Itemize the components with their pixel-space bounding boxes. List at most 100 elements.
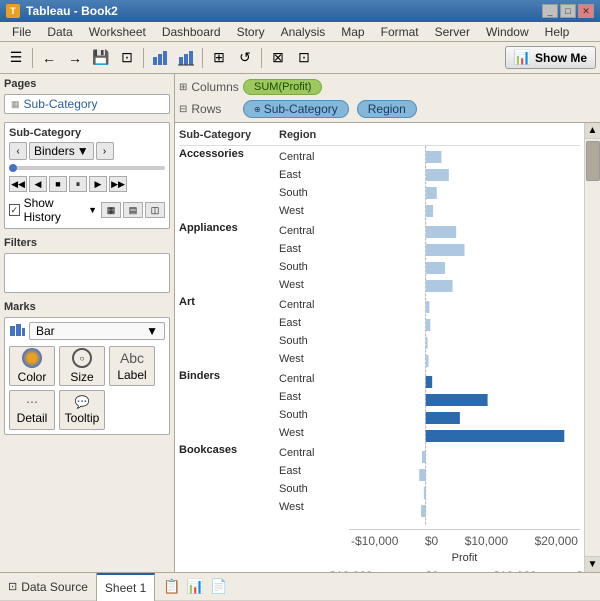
tick-20k: $20,000 bbox=[535, 534, 578, 548]
history-mode1-button[interactable]: ▦ bbox=[101, 202, 121, 218]
bar-bookcases-east bbox=[419, 469, 425, 481]
sheet1-label: Sheet 1 bbox=[105, 581, 146, 595]
show-me-button[interactable]: 📊 Show Me bbox=[505, 46, 596, 69]
play-fwd-button[interactable]: ▶▶ bbox=[109, 176, 127, 192]
marks-box: Bar ▼ Color ○ Size Abc Label bbox=[4, 317, 170, 435]
minimize-button[interactable]: _ bbox=[542, 4, 558, 18]
status-bar: ⊡ Data Source Sheet 1 📋 📊 📄 bbox=[0, 572, 600, 600]
size-label: Size bbox=[70, 370, 93, 384]
bar-binders-east bbox=[426, 394, 488, 406]
bar-accessories-east bbox=[426, 169, 449, 181]
status-icons: 📋 📊 📄 bbox=[155, 578, 235, 595]
scroll-down-button[interactable]: ▼ bbox=[585, 556, 600, 572]
axis-title: Profit bbox=[349, 552, 580, 564]
new-dashboard-icon[interactable]: 📊 bbox=[187, 578, 204, 595]
bar-art-west bbox=[426, 355, 429, 367]
play-pause-button[interactable]: ⏸ bbox=[69, 176, 87, 192]
close-button[interactable]: ✕ bbox=[578, 4, 594, 18]
filters-section: Filters bbox=[4, 237, 170, 293]
menu-analysis[interactable]: Analysis bbox=[273, 22, 334, 42]
menu-map[interactable]: Map bbox=[333, 22, 372, 42]
subcategory-dropdown[interactable]: Binders ▼ bbox=[29, 142, 94, 160]
tooltip-icon: 💬 bbox=[75, 395, 90, 409]
show-history-label: Show History bbox=[24, 196, 85, 224]
rows-pill-region-label: Region bbox=[368, 102, 406, 116]
bar-bookcases-west bbox=[421, 505, 426, 517]
axis-spacer: -$10,000 $0 $10,000 $20,000 Profit bbox=[179, 529, 580, 572]
filters-box bbox=[4, 253, 170, 293]
menu-dashboard[interactable]: Dashboard bbox=[154, 22, 229, 42]
toolbar-save-icon[interactable]: 💾 bbox=[89, 46, 113, 70]
menu-worksheet[interactable]: Worksheet bbox=[81, 22, 154, 42]
marks-color-button[interactable]: Color bbox=[9, 346, 55, 386]
marks-section: Marks Bar ▼ Color bbox=[4, 301, 170, 435]
history-modes: ▦ ▤ ◫ bbox=[101, 202, 165, 218]
left-panel: Pages ▦ Sub-Category Sub-Category ‹ Bind… bbox=[0, 74, 175, 572]
bar-bookcases-central bbox=[422, 451, 426, 463]
play-back-button[interactable]: ◀◀ bbox=[9, 176, 27, 192]
subcategory-prev-button[interactable]: ‹ bbox=[9, 142, 27, 160]
play-prev-button[interactable]: ◀ bbox=[29, 176, 47, 192]
toolbar-filter-icon[interactable]: ⊞ bbox=[207, 46, 231, 70]
tab-sheet1[interactable]: Sheet 1 bbox=[97, 573, 155, 601]
history-mode3-button[interactable]: ◫ bbox=[145, 202, 165, 218]
toolbar-sep-3 bbox=[202, 48, 203, 68]
rows-shelf: ⊟ Rows ⊕ Sub-Category Region bbox=[179, 98, 596, 120]
rows-pill-subcategory[interactable]: ⊕ Sub-Category bbox=[243, 100, 349, 118]
menu-file[interactable]: File bbox=[4, 22, 39, 42]
marks-detail-button[interactable]: ⋯ Detail bbox=[9, 390, 55, 430]
bar-art-south bbox=[426, 337, 428, 349]
new-sheet-icon[interactable]: 📋 bbox=[163, 578, 180, 595]
history-mode2-button[interactable]: ▤ bbox=[123, 202, 143, 218]
toolbar: ☰ ← → 💾 ⊡ ⊞ ↺ ⊠ ⊡ 📊 Show Me bbox=[0, 42, 600, 74]
toolbar-menu-icon[interactable]: ☰ bbox=[4, 46, 28, 70]
size-icon: ○ bbox=[72, 348, 92, 368]
bar-appliances-central bbox=[426, 226, 456, 238]
rows-pill-region[interactable]: Region bbox=[357, 100, 417, 118]
window-controls[interactable]: _ □ ✕ bbox=[542, 4, 594, 18]
rows-label: ⊟ Rows bbox=[179, 102, 239, 116]
marks-tooltip-button[interactable]: 💬 Tooltip bbox=[59, 390, 105, 430]
marks-icons: Color ○ Size Abc Label bbox=[9, 346, 165, 386]
show-history-checkbox[interactable] bbox=[9, 204, 20, 216]
tab-data-source[interactable]: ⊡ Data Source bbox=[0, 573, 97, 601]
show-me-chart-icon: 📊 bbox=[514, 49, 531, 66]
scroll-up-button[interactable]: ▲ bbox=[585, 123, 600, 139]
new-story-icon[interactable]: 📄 bbox=[210, 578, 227, 595]
tick-10k: $10,000 bbox=[465, 534, 508, 548]
filters-title: Filters bbox=[4, 237, 170, 249]
slider-track[interactable] bbox=[9, 166, 165, 170]
toolbar-forward-icon[interactable]: → bbox=[63, 46, 87, 70]
chart-scroll[interactable]: Sub-Category Region Accessories Ce bbox=[175, 123, 584, 572]
toolbar-layout-icon[interactable]: ⊠ bbox=[266, 46, 290, 70]
menu-help[interactable]: Help bbox=[537, 22, 578, 42]
subcategory-controls: ‹ Binders ▼ › bbox=[9, 142, 165, 160]
menu-story[interactable]: Story bbox=[229, 22, 273, 42]
menu-server[interactable]: Server bbox=[427, 22, 478, 42]
scrollbar: ▲ ▼ bbox=[584, 123, 600, 572]
menu-data[interactable]: Data bbox=[39, 22, 80, 42]
toolbar-back-icon[interactable]: ← bbox=[37, 46, 61, 70]
subcategory-next-button[interactable]: › bbox=[96, 142, 114, 160]
marks-label-button[interactable]: Abc Label bbox=[109, 346, 155, 386]
playback-row: ◀◀ ◀ ■ ⏸ ▶ ▶▶ bbox=[9, 176, 165, 192]
pages-card[interactable]: ▦ Sub-Category bbox=[4, 94, 170, 114]
play-stop-button[interactable]: ■ bbox=[49, 176, 67, 192]
columns-grid-icon: ⊞ bbox=[179, 82, 187, 93]
scroll-thumb[interactable] bbox=[586, 141, 600, 181]
marks-type-select[interactable]: Bar ▼ bbox=[29, 322, 165, 340]
toolbar-chart2-icon[interactable] bbox=[174, 46, 198, 70]
toolbar-present-icon[interactable]: ⊡ bbox=[292, 46, 316, 70]
columns-pill-profit[interactable]: SUM(Profit) bbox=[243, 79, 322, 95]
marks-size-button[interactable]: ○ Size bbox=[59, 346, 105, 386]
chart-header: Sub-Category Region bbox=[179, 127, 580, 146]
maximize-button[interactable]: □ bbox=[560, 4, 576, 18]
toolbar-chart1-icon[interactable] bbox=[148, 46, 172, 70]
toolbar-sep-2 bbox=[143, 48, 144, 68]
menu-window[interactable]: Window bbox=[478, 22, 537, 42]
toolbar-print-icon[interactable]: ⊡ bbox=[115, 46, 139, 70]
pages-value: Sub-Category bbox=[24, 97, 98, 111]
play-next-button[interactable]: ▶ bbox=[89, 176, 107, 192]
toolbar-refresh-icon[interactable]: ↺ bbox=[233, 46, 257, 70]
menu-format[interactable]: Format bbox=[373, 22, 427, 42]
